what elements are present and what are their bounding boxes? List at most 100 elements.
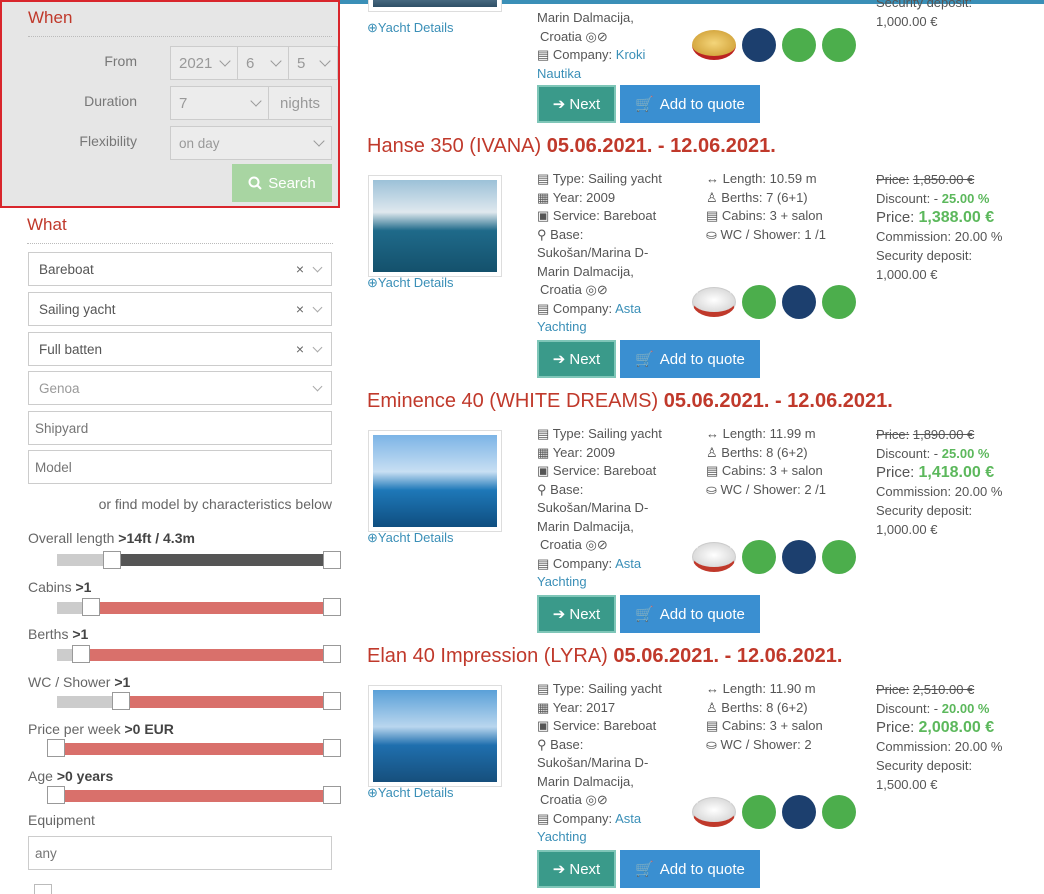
search-label: Search xyxy=(268,174,316,192)
clear-icon[interactable]: × xyxy=(296,301,304,317)
next-button[interactable]: ➔ Next xyxy=(537,85,616,123)
add-to-quote-button[interactable]: 🛒 Add to quote xyxy=(620,85,760,123)
range-min-handle[interactable] xyxy=(112,692,130,710)
range-max-handle[interactable] xyxy=(323,739,341,757)
range-min-handle[interactable] xyxy=(103,551,121,569)
range-max-handle[interactable] xyxy=(323,551,341,569)
compass-icon[interactable]: ⊘ xyxy=(597,29,608,44)
cart-icon: 🛒 xyxy=(635,861,654,878)
yacht-details-link[interactable]: ⊕Yacht Details xyxy=(367,785,454,801)
discount-row: Discount: - 20.00 % xyxy=(876,699,1036,718)
company-link[interactable]: Kroki xyxy=(616,47,646,62)
cabins-row: ▤ Cabins: 3 + salon xyxy=(706,207,826,226)
flexibility-select[interactable]: on day xyxy=(170,126,332,160)
range-min-handle[interactable] xyxy=(47,786,65,804)
range-value: >0 years xyxy=(56,768,114,784)
clear-icon[interactable]: × xyxy=(296,341,304,357)
range-label-text: Berths xyxy=(28,626,69,642)
range-min-handle[interactable] xyxy=(82,598,100,616)
checkbox[interactable] xyxy=(34,884,52,894)
model-input[interactable] xyxy=(28,450,332,484)
map-marker-icon: ⚲ xyxy=(537,736,547,752)
from-month-select[interactable]: 6 xyxy=(237,46,289,80)
yacht-thumbnail[interactable] xyxy=(368,430,502,532)
map-pin-icon[interactable]: ◎ xyxy=(586,792,597,807)
map-pin-icon[interactable]: ◎ xyxy=(586,282,597,297)
company-link[interactable]: Asta xyxy=(615,811,641,826)
shipyard-input[interactable] xyxy=(28,411,332,445)
range-max-handle[interactable] xyxy=(323,645,341,663)
yacht-details-link[interactable]: ⊕Yacht Details xyxy=(367,275,454,291)
type-row: ▤ Type: Sailing yacht xyxy=(537,425,697,444)
person-icon: ♙ xyxy=(706,444,718,460)
clear-icon[interactable]: × xyxy=(296,261,304,277)
map-pin-icon[interactable]: ◎ xyxy=(586,29,597,44)
yacht-title[interactable]: Elan 40 Impression (LYRA) 05.06.2021. - … xyxy=(367,645,843,668)
range-min-handle[interactable] xyxy=(47,739,65,757)
range-fill xyxy=(91,602,332,614)
company-link-cont[interactable]: Yachting xyxy=(537,318,697,337)
from-day-select[interactable]: 5 xyxy=(288,46,338,80)
compass-icon[interactable]: ⊘ xyxy=(597,282,608,297)
from-year-select[interactable]: 2021 xyxy=(170,46,238,80)
range-min-handle[interactable] xyxy=(72,645,90,663)
add-to-quote-button[interactable]: 🛒 Add to quote xyxy=(620,850,760,888)
add-to-quote-button[interactable]: 🛒 Add to quote xyxy=(620,340,760,378)
length-range-label: Overall length >14ft / 4.3m xyxy=(28,530,195,546)
badge-row xyxy=(692,28,856,62)
yacht-thumbnail[interactable] xyxy=(368,175,502,277)
building-icon: ▤ xyxy=(537,171,550,186)
charter-type-select[interactable]: Bareboat × xyxy=(28,252,332,286)
genoa-select[interactable]: Genoa xyxy=(28,371,332,405)
security-value: 1,500.00 € xyxy=(876,777,938,792)
yacht-details-link[interactable]: ⊕Yacht Details xyxy=(367,530,454,546)
company-link-cont[interactable]: Yachting xyxy=(537,573,697,592)
yacht-type-select[interactable]: Sailing yacht × xyxy=(28,292,332,326)
add-to-quote-button[interactable]: 🛒 Add to quote xyxy=(620,595,760,633)
safe-croatia-badge-icon xyxy=(782,540,816,574)
duration-select[interactable]: 7 xyxy=(170,86,269,120)
old-price-label: Price: xyxy=(876,427,910,442)
company-row: ▤ Company: Asta xyxy=(537,555,697,574)
yacht-title[interactable]: Hanse 350 (IVANA) 05.06.2021. - 12.06.20… xyxy=(367,135,776,158)
price-label: Price: xyxy=(876,464,915,481)
range-max-handle[interactable] xyxy=(323,692,341,710)
next-button[interactable]: ➔ Next xyxy=(537,340,616,378)
top-base-info: Marin Dalmacija, Croatia ◎⊘ ▤ Company: K… xyxy=(537,9,645,83)
badge-row xyxy=(692,540,856,574)
es-badge-icon xyxy=(742,795,776,829)
award-badge-icon xyxy=(692,542,736,572)
range-label-text: Cabins xyxy=(28,579,72,595)
search-button[interactable]: Search xyxy=(232,164,332,202)
next-button[interactable]: ➔ Next xyxy=(537,595,616,633)
compass-icon[interactable]: ⊘ xyxy=(597,537,608,552)
security-label: Security deposit: xyxy=(876,503,973,518)
discount-row: Discount: - 25.00 % xyxy=(876,444,1036,463)
cart-icon: 🛒 xyxy=(635,96,654,113)
range-value: >14ft / 4.3m xyxy=(118,530,195,546)
price-range-label: Price per week >0 EUR xyxy=(28,721,174,737)
company-link-cont[interactable]: Yachting xyxy=(537,828,697,847)
range-max-handle[interactable] xyxy=(323,598,341,616)
commission: Commission: 20.00 % xyxy=(876,484,1003,499)
yacht-thumbnail[interactable] xyxy=(368,0,502,12)
mainsail-select[interactable]: Full batten × xyxy=(28,332,332,366)
equipment-input[interactable] xyxy=(28,836,332,870)
range-max-handle[interactable] xyxy=(323,786,341,804)
yacht-details-link[interactable]: ⊕Yacht Details xyxy=(367,20,454,36)
compass-icon[interactable]: ⊘ xyxy=(597,792,608,807)
yacht-thumbnail[interactable] xyxy=(368,685,502,787)
cabins-row: ▤ Cabins: 3 + salon xyxy=(706,717,823,736)
company-link[interactable]: Asta xyxy=(615,301,641,316)
old-price: 1,890.00 € xyxy=(912,427,975,442)
next-label: Next xyxy=(569,350,601,368)
next-button[interactable]: ➔ Next xyxy=(537,850,616,888)
wc-value: WC / Shower: 1 /1 xyxy=(720,226,827,242)
company-link-cont[interactable]: Nautika xyxy=(537,65,645,84)
company-link[interactable]: Asta xyxy=(615,556,641,571)
base-location: Sukošan/Marina D- xyxy=(537,245,649,260)
commission: Commission: 20.00 % xyxy=(876,739,1003,754)
map-pin-icon[interactable]: ◎ xyxy=(586,537,597,552)
yacht-title[interactable]: Eminence 40 (WHITE DREAMS) 05.06.2021. -… xyxy=(367,390,893,413)
age-range-label: Age >0 years xyxy=(28,768,113,784)
